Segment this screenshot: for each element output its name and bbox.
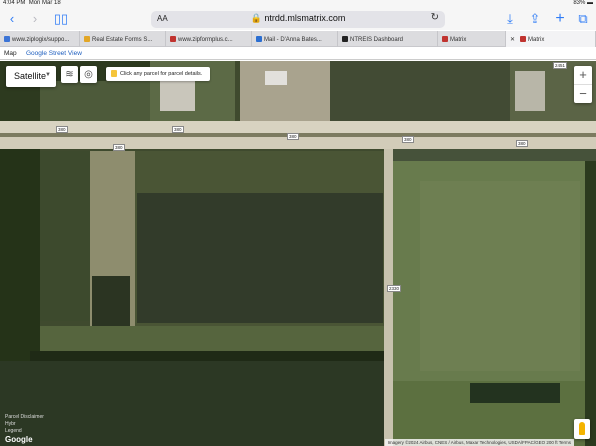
legend-link[interactable]: Legend [5,428,22,434]
tab-matrix-active[interactable]: ✕ Matrix [506,31,596,47]
url-text: 🔒 ntrdd.mlsmatrix.com [250,13,346,23]
layers-icon[interactable]: ≋ [61,66,78,83]
tab-real-estate-forms[interactable]: Real Estate Forms S... [80,31,166,47]
close-tab-icon[interactable]: ✕ [510,37,515,43]
tab-map[interactable]: Map [4,50,17,57]
map-attribution: Imagery ©2024 Airbus, CNES / Airbus, Max… [384,439,574,446]
back-icon[interactable]: ‹ [4,11,20,27]
map-type-label: Satellite [14,71,47,81]
browser-toolbar: ‹ › ▯▯ AA 🔒 ntrdd.mlsmatrix.com ↻ ⤓ ⇪ + … [0,8,596,30]
pegman-icon[interactable] [574,419,590,439]
tab-mail[interactable]: Mail - D'Anna Bates... [252,31,338,47]
reload-icon[interactable]: ↻ [431,12,439,23]
road-shield: 2330 [387,285,402,292]
status-time: 4:04 PM Mon Mar 18 [3,0,61,6]
tab-street-view[interactable]: Google Street View [26,50,82,57]
tab-favicon [442,36,448,42]
road-shield: 380 [113,144,125,151]
hand-icon [111,70,117,77]
chevron-down-icon: ▼ [45,72,51,78]
road-shield: 380 [172,126,184,133]
tab-favicon [520,36,527,42]
satellite-map[interactable]: 380 380 380 380 380 380 2451 2330 [0,61,596,446]
book-icon[interactable]: ▯▯ [53,11,69,27]
map-view-tabs: Map Google Street View [0,48,596,60]
new-tab-icon[interactable]: + [552,11,568,27]
tab-zipformplus[interactable]: www.zipformplus.c... [166,31,252,47]
zoom-control: + − [574,66,592,103]
tab-favicon [256,36,262,42]
tab-matrix[interactable]: Matrix [438,31,506,47]
satellite-imagery [0,61,596,446]
tab-ziplogix[interactable]: www.ziplogix/suppo... [0,31,80,47]
hybrid-link[interactable]: Hybr [5,421,16,427]
parcel-hint: Click any parcel for parcel details. [106,67,210,81]
tab-favicon [170,36,176,42]
map-type-dropdown[interactable]: Satellite ▼ [6,66,56,87]
status-bar: 4:04 PM Mon Mar 18 83% ▬ [0,0,596,8]
tab-favicon [4,36,10,42]
battery-indicator: 83% ▬ [573,0,593,6]
road-shield: 380 [56,126,68,133]
download-icon[interactable]: ⤓ [502,11,518,27]
zoom-in-button[interactable]: + [574,66,592,84]
zoom-out-button[interactable]: − [574,85,592,103]
forward-icon[interactable]: › [27,11,43,27]
locate-icon[interactable]: ◎ [80,66,97,83]
parcel-disclaimer-link[interactable]: Parcel Disclaimer [5,414,44,420]
road-shield: 380 [287,133,299,140]
tab-bar: www.ziplogix/suppo... Real Estate Forms … [0,31,596,47]
road-shield: 380 [516,140,528,147]
road-shield: 380 [402,136,414,143]
tab-favicon [84,36,90,42]
address-bar[interactable]: AA 🔒 ntrdd.mlsmatrix.com ↻ [151,11,445,28]
tab-ntreis-dashboard[interactable]: NTREIS Dashboard [338,31,438,47]
google-logo: Google [5,435,33,444]
tabs-overview-icon[interactable]: ⧉ [575,11,591,27]
share-icon[interactable]: ⇪ [527,11,543,27]
tab-favicon [342,36,348,42]
road-shield: 2451 [553,62,568,69]
